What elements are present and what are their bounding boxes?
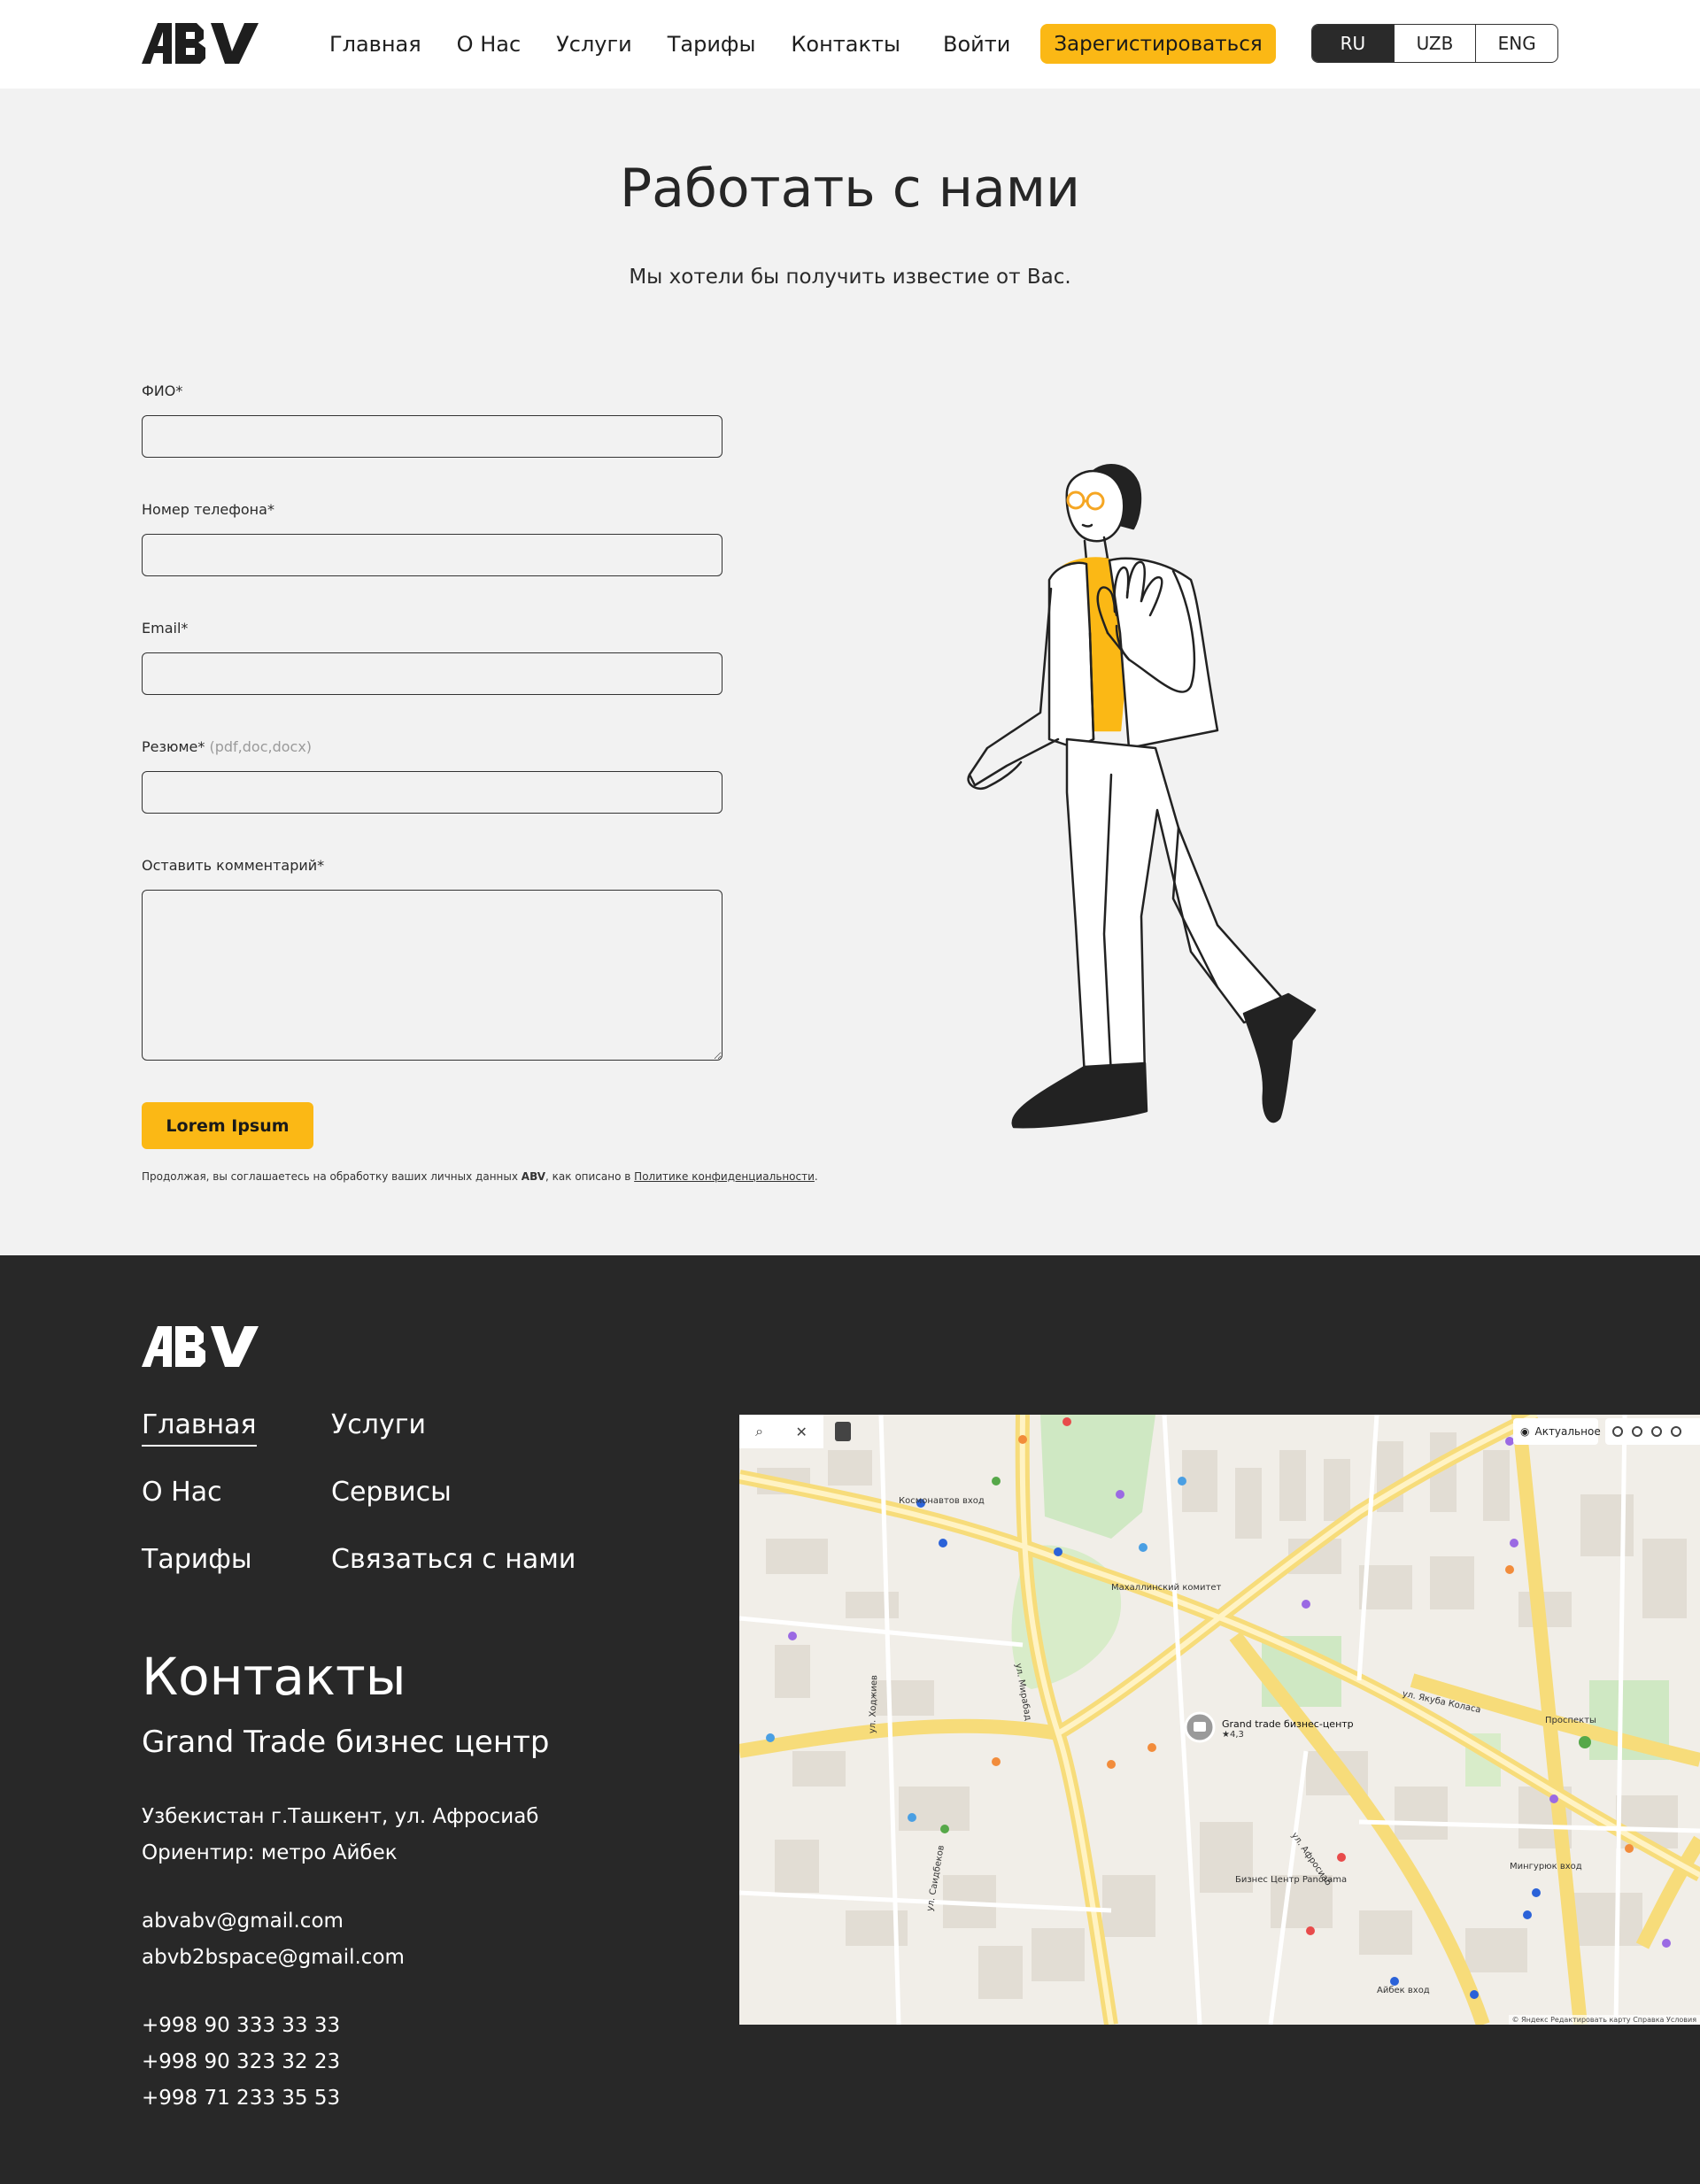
footer-link-contact-us[interactable]: Связаться с нами [331, 1542, 576, 1578]
bus-icon[interactable] [1671, 1426, 1681, 1437]
walking-person-illustration [967, 464, 1317, 1129]
register-button[interactable]: Зарегистироваться [1040, 24, 1276, 64]
nav-about[interactable]: О Нас [457, 28, 521, 60]
fio-input[interactable] [142, 415, 722, 458]
lang-ru[interactable]: RU [1312, 25, 1394, 62]
map-place-panorama: Бизнес Центр Panorama [1235, 1875, 1348, 1885]
map-place-prospekty: Проспекты [1545, 1716, 1596, 1725]
page-subtitle: Мы хотели бы получить известие от Вас. [629, 266, 1071, 289]
phone-input[interactable] [142, 534, 722, 576]
camera-icon[interactable] [1651, 1426, 1662, 1437]
page-title: Работать с нами [619, 158, 1081, 220]
map-layer-label: Актуальное [1534, 1425, 1601, 1438]
location-map[interactable]: Grand trade бизнес-центр ★4,3 ул. Мираба… [739, 1415, 1700, 2025]
consent-text: Продолжая, вы соглашаетесь на обработку … [142, 1170, 518, 1183]
lang-uzb[interactable]: UZB [1393, 25, 1476, 62]
map-close-icon[interactable]: ✕ [795, 1424, 807, 1440]
footer-link-tariffs[interactable]: Тарифы [142, 1542, 252, 1578]
nav-tariffs[interactable]: Тарифы [668, 28, 756, 60]
abv-logo-footer[interactable] [142, 1326, 259, 1367]
map-place-mingurjuk: Мингурюк вход [1510, 1862, 1582, 1871]
consent-note: Продолжая, вы соглашаетесь на обработку … [142, 1170, 818, 1183]
contact-address: Узбекистан г.Ташкент, ул. Афросиаб [142, 1805, 539, 1828]
login-link[interactable]: Войти [943, 28, 1010, 60]
comment-label: Оставить комментарий* [142, 857, 325, 874]
contacts-title: Контакты [142, 1647, 406, 1707]
site-footer: Главная О Нас Тарифы Услуги Сервисы Связ… [0, 1255, 1700, 2184]
nav-home[interactable]: Главная [329, 28, 421, 60]
contact-phone-3[interactable]: +998 71 233 35 53 [142, 2087, 340, 2110]
resume-label: Резюме* (pdf,doc,docx) [142, 738, 312, 755]
resume-input[interactable] [142, 771, 722, 814]
resume-label-text: Резюме* [142, 738, 205, 755]
consent-end: . [814, 1170, 818, 1183]
radio-icon: ◉ [1520, 1425, 1530, 1438]
contact-landmark: Ориентир: метро Айбек [142, 1841, 398, 1864]
submit-button[interactable]: Lorem Ipsum [142, 1102, 313, 1149]
map-search-icon[interactable]: ⌕ [755, 1423, 763, 1440]
nav-services[interactable]: Услуги [556, 28, 632, 60]
abv-logo[interactable] [142, 23, 259, 64]
map-search-bar: ⌕ ✕ [739, 1415, 823, 1448]
contacts-subtitle: Grand Trade бизнес центр [142, 1725, 550, 1760]
footer-link-home[interactable]: Главная [142, 1408, 257, 1447]
contact-phone-2[interactable]: +998 90 323 32 23 [142, 2050, 340, 2073]
consent-middle: , как описано в [545, 1170, 631, 1183]
privacy-policy-link[interactable]: Политике конфиденциальности [634, 1170, 815, 1183]
fio-label: ФИО* [142, 382, 183, 399]
map-menu-button[interactable] [835, 1422, 851, 1441]
language-switcher: RU UZB ENG [1311, 24, 1558, 63]
contact-email-2[interactable]: abvb2bspace@gmail.com [142, 1946, 405, 1969]
phone-label: Номер телефона* [142, 501, 274, 518]
lang-eng[interactable]: ENG [1475, 25, 1557, 62]
nav-contacts[interactable]: Контакты [791, 28, 900, 60]
comment-textarea[interactable] [142, 890, 722, 1061]
street-khodjiev: ул. Ходжиев [868, 1674, 880, 1734]
main-nav: Главная О Нас Услуги Тарифы Контакты [329, 28, 900, 60]
consent-brand: ABV [521, 1170, 546, 1183]
contact-phone-1[interactable]: +998 90 333 33 33 [142, 2014, 340, 2037]
map-attribution[interactable]: © Яндекс Редактировать карту Справка Усл… [1508, 2015, 1700, 2025]
footer-link-services[interactable]: Услуги [331, 1408, 426, 1443]
map-tools [1605, 1418, 1700, 1445]
transport-icon[interactable] [1632, 1426, 1642, 1437]
map-place-aybek: Айбек вход [1377, 1986, 1430, 1995]
map-marker-name: Grand trade бизнес-центр [1222, 1718, 1354, 1730]
email-label: Email* [142, 620, 189, 637]
email-input[interactable] [142, 652, 722, 695]
footer-link-about[interactable]: О Нас [142, 1475, 222, 1510]
map-layer-selector[interactable]: ◉ Актуальное [1513, 1418, 1601, 1445]
traffic-icon[interactable] [1612, 1426, 1623, 1437]
contact-email-1[interactable]: abvabv@gmail.com [142, 1910, 344, 1933]
map-marker-rating: ★4,3 [1222, 1730, 1244, 1740]
site-header: Главная О Нас Услуги Тарифы Контакты Вой… [0, 0, 1700, 89]
map-place-kosmonavtov: Космонавтов вход [899, 1496, 985, 1506]
map-place-mahalla: Махаллинский комитет [1111, 1583, 1222, 1593]
resume-format-hint: (pdf,doc,docx) [209, 738, 313, 755]
footer-link-servises[interactable]: Сервисы [331, 1475, 452, 1510]
